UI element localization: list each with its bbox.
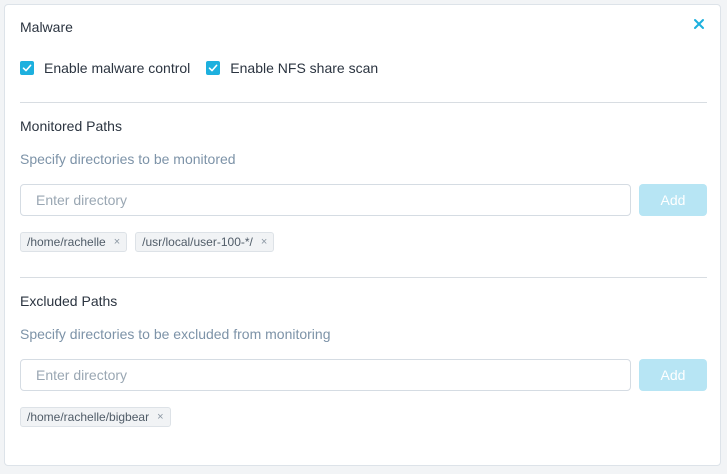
malware-dialog: Malware Enable malware control Enable NF…	[4, 4, 721, 466]
enable-nfs-share-scan-checkbox[interactable]: Enable NFS share scan	[206, 60, 378, 76]
options-row: Enable malware control Enable NFS share …	[20, 60, 378, 76]
divider	[20, 102, 707, 103]
path-tag-label: /home/rachelle/bigbear	[27, 410, 150, 424]
excluded-directory-input[interactable]	[20, 359, 631, 391]
remove-tag-icon[interactable]: ×	[261, 236, 267, 248]
remove-tag-icon[interactable]: ×	[157, 411, 163, 423]
monitored-paths-title: Monitored Paths	[20, 118, 122, 134]
checkmark-icon	[20, 61, 34, 75]
excluded-add-button[interactable]: Add	[639, 359, 707, 391]
path-tag: /usr/local/user-100-*/ ×	[135, 232, 275, 252]
monitored-add-button[interactable]: Add	[639, 184, 707, 216]
enable-malware-control-label: Enable malware control	[44, 60, 191, 76]
path-tag-label: /usr/local/user-100-*/	[142, 235, 253, 249]
close-icon[interactable]	[692, 17, 706, 31]
monitored-directory-input[interactable]	[20, 184, 631, 216]
monitored-paths-description: Specify directories to be monitored	[20, 151, 236, 167]
path-tag-label: /home/rachelle	[27, 235, 106, 249]
divider	[20, 277, 707, 278]
monitored-paths-tags: /home/rachelle × /usr/local/user-100-*/ …	[20, 232, 275, 252]
enable-malware-control-checkbox[interactable]: Enable malware control	[20, 60, 190, 76]
path-tag: /home/rachelle ×	[20, 232, 128, 252]
excluded-paths-description: Specify directories to be excluded from …	[20, 326, 331, 342]
excluded-paths-tags: /home/rachelle/bigbear ×	[20, 407, 171, 427]
excluded-paths-title: Excluded Paths	[20, 293, 118, 309]
enable-nfs-share-scan-label: Enable NFS share scan	[230, 60, 379, 76]
checkmark-icon	[206, 61, 221, 75]
dialog-title: Malware	[20, 19, 73, 35]
remove-tag-icon[interactable]: ×	[114, 236, 120, 248]
path-tag: /home/rachelle/bigbear ×	[20, 407, 171, 427]
